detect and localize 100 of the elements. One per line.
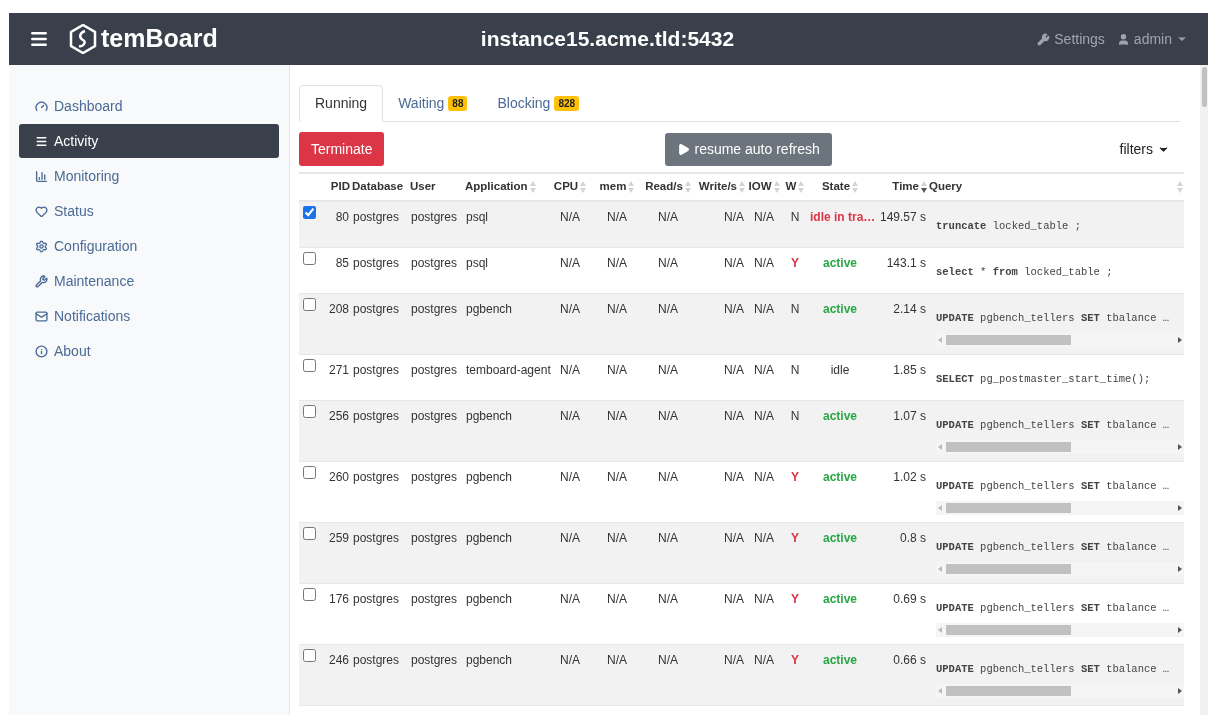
- scroll-right-icon[interactable]: [1178, 505, 1182, 512]
- column-header[interactable]: State: [821, 178, 851, 196]
- waiting-value: Y: [791, 530, 799, 545]
- table-cell: N/A: [754, 469, 774, 484]
- row-checkbox[interactable]: [303, 358, 316, 372]
- vertical-scrollbar[interactable]: [1200, 65, 1208, 715]
- tab[interactable]: Running: [299, 85, 384, 122]
- menu-icon[interactable]: [29, 29, 49, 49]
- column-header[interactable]: W: [785, 178, 797, 196]
- scroll-left-icon[interactable]: [938, 505, 942, 512]
- query-text: UPDATE pgbench_tellers SET tbalance …: [936, 662, 1170, 675]
- wrench-icon: [1037, 32, 1051, 46]
- table-cell: N/A: [607, 530, 627, 545]
- query-text: select* from locked_table ;: [936, 265, 1113, 278]
- sidebar-item[interactable]: Configuration: [19, 229, 279, 263]
- waiting-value: N: [790, 362, 800, 377]
- table-cell: 1.02 s: [893, 469, 926, 484]
- sidebar-item[interactable]: Status: [19, 194, 279, 228]
- table-cell: 85: [335, 255, 349, 270]
- resume-refresh-button[interactable]: resume auto refresh: [665, 132, 832, 166]
- table-cell: pgbench: [466, 408, 513, 423]
- column-header[interactable]: mem: [599, 178, 627, 196]
- column-header[interactable]: Read/s: [645, 178, 683, 196]
- table-cell: 0.66 s: [893, 652, 926, 667]
- horizontal-scrollbar[interactable]: [936, 440, 1184, 455]
- brand-name[interactable]: temBoard: [101, 20, 218, 58]
- tab[interactable]: Waiting 88: [383, 85, 483, 122]
- user-menu[interactable]: admin: [1116, 28, 1188, 50]
- table-cell: N/A: [658, 255, 678, 270]
- scroll-right-icon[interactable]: [1178, 566, 1182, 573]
- row-checkbox[interactable]: [303, 206, 316, 219]
- row-checkbox[interactable]: [303, 465, 316, 479]
- scroll-left-icon[interactable]: [938, 444, 942, 451]
- table-cell: 256: [328, 408, 349, 423]
- tab[interactable]: Blocking 828: [482, 85, 595, 122]
- table-cell: N/A: [658, 591, 678, 606]
- column-header[interactable]: Database: [352, 178, 404, 196]
- column-header[interactable]: CPU: [553, 178, 579, 196]
- state-label: idle: [830, 362, 850, 377]
- table-cell: N/A: [607, 210, 627, 224]
- table-cell: postgres: [411, 469, 458, 484]
- table-cell: N/A: [724, 408, 744, 423]
- horizontal-scrollbar[interactable]: [936, 333, 1184, 348]
- table-cell: 271: [328, 362, 349, 377]
- table-row[interactable]: 259 postgres postgres pgbench N/A N/A N/A N/A N/A Y active 0.8 s UPDATE pgbench_tellers SET tbalance …: [299, 522, 1184, 583]
- table-cell: 208: [328, 301, 349, 316]
- row-checkbox[interactable]: [303, 526, 316, 540]
- column-header[interactable]: Write/s: [698, 178, 737, 196]
- scroll-right-icon[interactable]: [1178, 688, 1182, 695]
- settings-link[interactable]: Settings: [1037, 28, 1105, 50]
- table-cell: N/A: [754, 652, 774, 667]
- column-header[interactable]: Query: [929, 178, 963, 196]
- table-cell: N/A: [658, 408, 678, 423]
- table-cell: N/A: [754, 408, 774, 423]
- waiting-value: N: [790, 408, 800, 423]
- scroll-right-icon[interactable]: [1178, 337, 1182, 344]
- scroll-left-icon[interactable]: [938, 688, 942, 695]
- table-cell: N/A: [607, 301, 627, 316]
- row-checkbox[interactable]: [303, 648, 316, 662]
- row-checkbox[interactable]: [303, 297, 316, 311]
- table-row[interactable]: 85 postgres postgres psql N/A N/A N/A N/A N/A Y active 143.1 s select* from locked_table ;: [299, 247, 1184, 293]
- filters-dropdown[interactable]: filters: [1119, 138, 1170, 160]
- column-header[interactable]: User: [410, 178, 436, 196]
- sidebar-item[interactable]: About: [19, 334, 279, 368]
- table-cell: 0.8 s: [900, 530, 926, 545]
- horizontal-scrollbar[interactable]: [936, 623, 1184, 638]
- horizontal-scrollbar[interactable]: [936, 501, 1184, 516]
- table-cell: postgres: [353, 530, 400, 545]
- sort-icon[interactable]: [921, 181, 927, 193]
- table-cell: temboard-agent: [466, 362, 551, 377]
- column-header[interactable]: Time: [892, 178, 919, 196]
- table-row[interactable]: 271 postgres postgres temboard-agent N/A N/A N/A N/A N/A N idle 1.85 s SELECT pg_postmaster_start_time();: [299, 354, 1184, 400]
- table-row[interactable]: 176 postgres postgres pgbench N/A N/A N/A N/A N/A Y active 0.69 s UPDATE pgbench_tellers SET tbalance …: [299, 583, 1184, 644]
- sidebar-item[interactable]: Dashboard: [19, 89, 279, 123]
- sidebar-item[interactable]: Activity: [19, 124, 279, 158]
- table-row[interactable]: 260 postgres postgres pgbench N/A N/A N/A N/A N/A Y active 1.02 s UPDATE pgbench_tellers SET tbalance …: [299, 461, 1184, 522]
- table-cell: N/A: [607, 255, 627, 270]
- scroll-right-icon[interactable]: [1178, 444, 1182, 451]
- table-cell: N/A: [658, 469, 678, 484]
- table-cell: N/A: [724, 255, 744, 270]
- horizontal-scrollbar[interactable]: [936, 684, 1184, 699]
- sidebar-item[interactable]: Monitoring: [19, 159, 279, 193]
- horizontal-scrollbar[interactable]: [936, 562, 1184, 577]
- scroll-left-icon[interactable]: [938, 337, 942, 344]
- table-row[interactable]: 246 postgres postgres pgbench N/A N/A N/A N/A N/A Y active 0.66 s UPDATE pgbench_tellers SET tbalance …: [299, 644, 1184, 705]
- table-cell: postgres: [411, 362, 458, 377]
- terminate-button[interactable]: Terminate: [299, 132, 385, 166]
- row-checkbox[interactable]: [303, 587, 316, 601]
- scroll-left-icon[interactable]: [938, 566, 942, 573]
- table-cell: 0.69 s: [893, 591, 926, 606]
- column-header[interactable]: Application: [465, 178, 528, 196]
- column-header[interactable]: IOW: [748, 178, 772, 196]
- sidebar-item[interactable]: Notifications: [19, 299, 279, 333]
- sidebar-item[interactable]: Maintenance: [19, 264, 279, 298]
- row-checkbox[interactable]: [303, 251, 316, 265]
- row-checkbox[interactable]: [303, 404, 316, 418]
- scroll-left-icon[interactable]: [938, 627, 942, 634]
- scroll-right-icon[interactable]: [1178, 627, 1182, 634]
- column-header[interactable]: PID: [330, 178, 350, 196]
- table-cell: pgbench: [466, 530, 513, 545]
